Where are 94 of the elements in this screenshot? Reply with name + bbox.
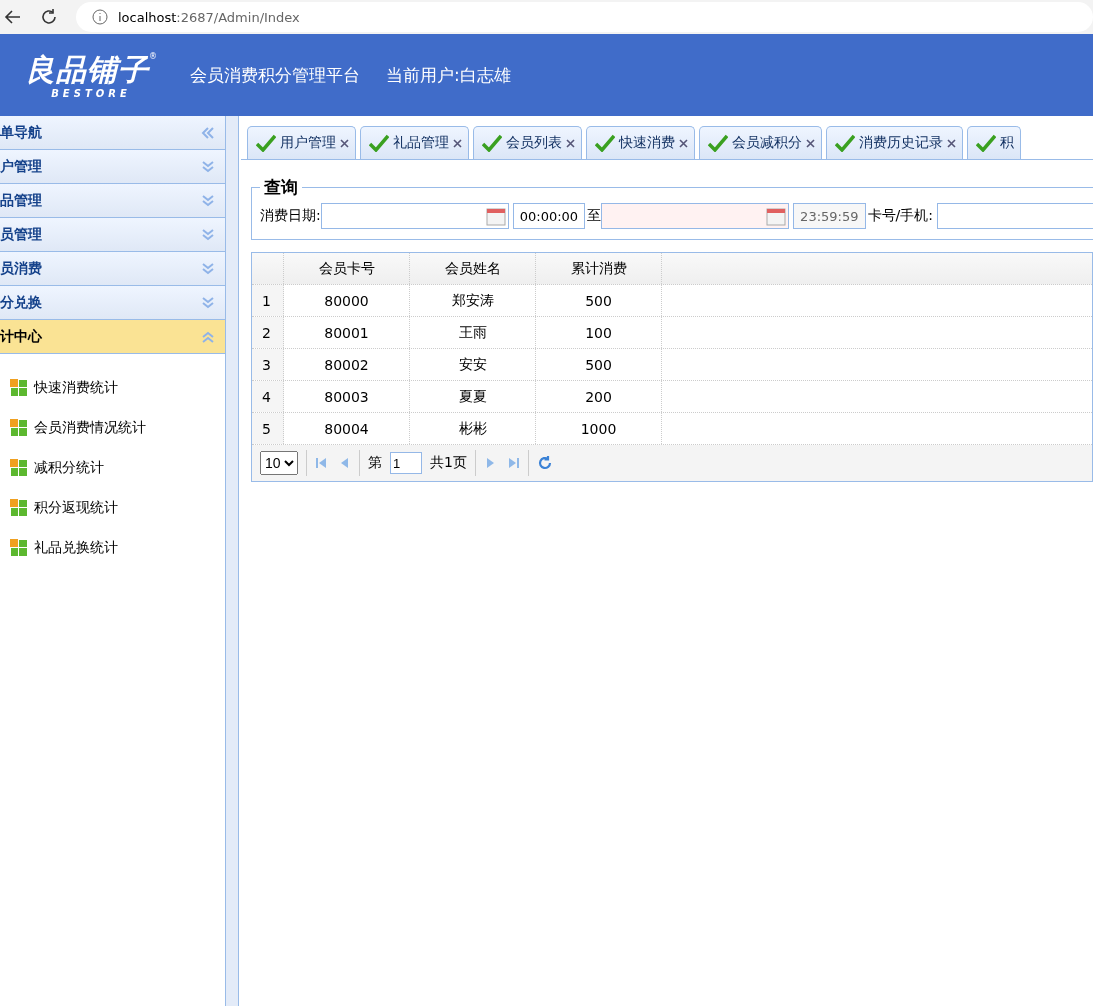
tab[interactable]: 会员减积分: [699, 126, 822, 159]
address-text[interactable]: localhost:2687/Admin/Index: [118, 9, 300, 25]
collapse-icon[interactable]: [201, 125, 215, 140]
calendar-icon[interactable]: [766, 206, 787, 226]
refresh-icon[interactable]: [536, 455, 553, 471]
row-number: 5: [252, 413, 284, 444]
blocks-icon: [10, 499, 28, 517]
row-number: 3: [252, 349, 284, 380]
info-icon[interactable]: [92, 9, 108, 25]
expand-icon[interactable]: [201, 261, 215, 276]
checkmark-icon: [708, 134, 728, 152]
close-icon[interactable]: [947, 138, 956, 148]
accordion-header[interactable]: 计中心: [0, 320, 225, 354]
close-icon[interactable]: [566, 138, 575, 148]
platform-title: 会员消费积分管理平台: [190, 63, 360, 87]
accordion-header[interactable]: 户管理: [0, 150, 225, 184]
page-size-select[interactable]: 10: [260, 451, 298, 475]
blocks-icon: [10, 539, 28, 557]
column-header[interactable]: 会员卡号: [284, 253, 410, 284]
logo-subtitle: BESTORE: [51, 87, 131, 99]
table-cell: 80004: [284, 413, 410, 444]
accordion-header[interactable]: 员消费: [0, 252, 225, 286]
blocks-icon: [10, 459, 28, 477]
checkmark-icon: [256, 134, 276, 152]
accordion-header[interactable]: 品管理: [0, 184, 225, 218]
row-number: 2: [252, 317, 284, 348]
date-label: 消费日期:: [260, 207, 321, 225]
end-time-field[interactable]: 23:59:59: [793, 203, 866, 229]
collapse-icon[interactable]: [201, 329, 215, 344]
checkmark-icon: [369, 134, 389, 152]
menu-item[interactable]: 礼品兑换统计: [0, 528, 225, 568]
tab[interactable]: 快速消费: [586, 126, 695, 159]
registered-mark: ®: [149, 51, 157, 61]
close-icon[interactable]: [806, 138, 815, 148]
menu-item[interactable]: 减积分统计: [0, 448, 225, 488]
query-legend: 查询: [260, 176, 302, 199]
tab[interactable]: 会员列表: [473, 126, 582, 159]
tab[interactable]: 积: [967, 126, 1021, 159]
table-cell: 郑安涛: [410, 285, 536, 316]
table-cell: 彬彬: [410, 413, 536, 444]
card-label: 卡号/手机:: [867, 207, 933, 225]
menu-item[interactable]: 快速消费统计: [0, 368, 225, 408]
tab[interactable]: 消费历史记录: [826, 126, 963, 159]
page-total: 共1页: [430, 454, 467, 472]
tab[interactable]: 礼品管理: [360, 126, 469, 159]
table-cell: 1000: [536, 413, 662, 444]
start-date-field[interactable]: [320, 203, 509, 229]
reload-icon[interactable]: [40, 8, 58, 26]
column-header[interactable]: 累计消费: [536, 253, 662, 284]
blocks-icon: [10, 379, 28, 397]
menu-item[interactable]: 积分返现统计: [0, 488, 225, 528]
first-page-button[interactable]: [315, 456, 329, 470]
end-date-field[interactable]: [601, 203, 790, 229]
expand-icon[interactable]: [201, 227, 215, 242]
table-cell: 80002: [284, 349, 410, 380]
page-prefix: 第: [368, 454, 382, 472]
card-field[interactable]: [936, 203, 1093, 229]
row-number: 4: [252, 381, 284, 412]
expand-icon[interactable]: [201, 193, 215, 208]
table-cell: 500: [536, 349, 662, 380]
row-number: 1: [252, 285, 284, 316]
blocks-icon: [10, 419, 28, 437]
table-cell: 80000: [284, 285, 410, 316]
table-cell: 200: [536, 381, 662, 412]
close-icon[interactable]: [340, 138, 349, 148]
page-number-field[interactable]: 1: [390, 452, 422, 474]
checkmark-icon: [835, 134, 855, 152]
table-cell: 夏夏: [410, 381, 536, 412]
table-cell: 王雨: [410, 317, 536, 348]
sidebar-title: 单导航: [0, 123, 42, 142]
table-cell: 100: [536, 317, 662, 348]
calendar-icon[interactable]: [485, 206, 506, 226]
tab[interactable]: 用户管理: [247, 126, 356, 159]
close-icon[interactable]: [453, 138, 462, 148]
table-cell: 80003: [284, 381, 410, 412]
checkmark-icon: [482, 134, 502, 152]
accordion-header[interactable]: 分兑换: [0, 286, 225, 320]
back-icon[interactable]: [4, 8, 22, 26]
close-icon[interactable]: [679, 138, 688, 148]
checkmark-icon: [595, 134, 615, 152]
start-time-field[interactable]: 00:00:00: [512, 203, 586, 229]
to-label: 至: [587, 207, 602, 225]
checkmark-icon: [976, 134, 996, 152]
table-cell: 80001: [284, 317, 410, 348]
logo-text: 良品铺子: [25, 51, 149, 88]
table-cell: 安安: [410, 349, 536, 380]
menu-item[interactable]: 会员消费情况统计: [0, 408, 225, 448]
table-cell: 500: [536, 285, 662, 316]
expand-icon[interactable]: [201, 159, 215, 174]
accordion-header[interactable]: 员管理: [0, 218, 225, 252]
expand-icon[interactable]: [201, 295, 215, 310]
column-header[interactable]: 会员姓名: [410, 253, 536, 284]
current-user: 当前用户:白志雄: [386, 63, 511, 87]
splitter-bar[interactable]: [226, 116, 239, 1006]
